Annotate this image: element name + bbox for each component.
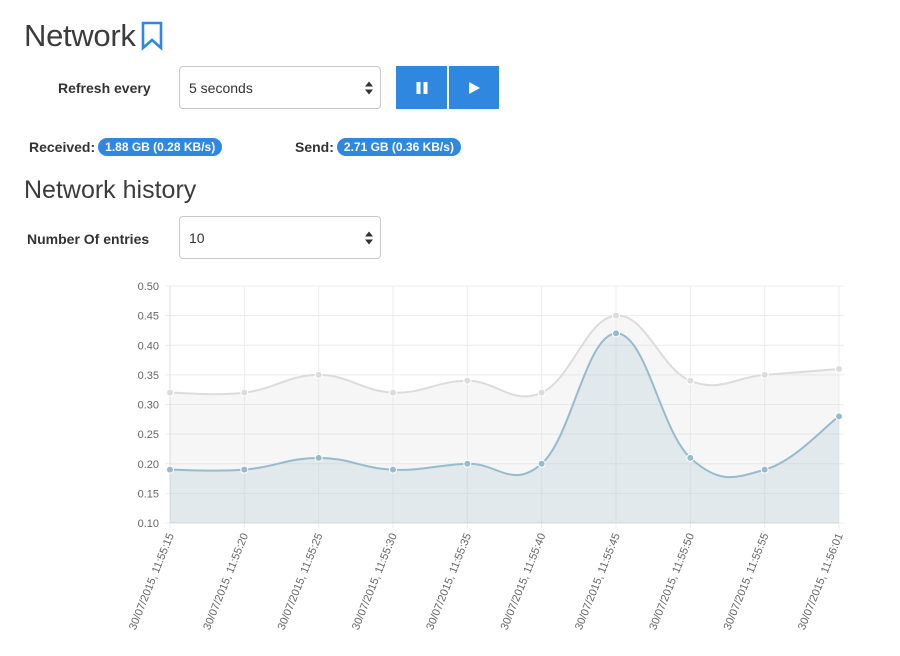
received-badge: 1.88 GB (0.28 KB/s) <box>98 138 223 156</box>
y-tick-label: 0.15 <box>138 488 159 500</box>
send-series-point <box>463 376 472 385</box>
received-series-point <box>835 412 843 421</box>
received-stat: Received: 1.88 GB (0.28 KB/s) <box>29 138 223 156</box>
entries-value: 10 <box>189 229 205 246</box>
send-series-point <box>835 364 843 373</box>
y-tick-label: 0.10 <box>138 518 159 530</box>
received-series-point <box>389 465 397 474</box>
entries-label: Number Of entries <box>27 231 150 247</box>
entries-select[interactable]: 10 <box>179 216 381 259</box>
received-series-point <box>166 465 174 474</box>
network-history-chart: 0.50 0.45 0.40 0.35 0.30 0.25 0.20 0.15 0.10 30/… <box>127 281 846 632</box>
pause-button[interactable] <box>396 66 447 109</box>
refresh-interval-select[interactable]: 5 seconds <box>179 66 381 109</box>
send-series-point <box>612 311 620 320</box>
received-series-point <box>612 329 620 338</box>
refresh-interval-value: 5 seconds <box>189 79 253 96</box>
received-series-point <box>240 465 249 474</box>
send-stat: Send: 2.71 GB (0.36 KB/s) <box>295 138 461 156</box>
received-label: Received: <box>29 139 96 155</box>
send-badge: 2.71 GB (0.36 KB/s) <box>336 138 461 156</box>
x-axis-ticks: 30/07/2015, 11:55:15 30/07/2015, 11:55:20… <box>127 532 846 632</box>
received-series-point <box>760 465 769 474</box>
x-tick-label: 30/07/2015, 11:55:45 <box>573 532 623 632</box>
send-series-point <box>389 388 397 397</box>
y-tick-label: 0.35 <box>138 370 159 382</box>
send-label: Send: <box>295 139 334 155</box>
send-series-point <box>537 388 546 397</box>
x-tick-label: 30/07/2015, 11:55:20 <box>201 532 251 632</box>
send-series-point <box>166 388 174 397</box>
page-title: Network <box>24 18 164 54</box>
y-tick-label: 0.25 <box>138 429 159 441</box>
play-icon <box>469 81 480 94</box>
received-series-point <box>686 453 695 462</box>
x-tick-label: 30/07/2015, 11:55:35 <box>424 532 474 632</box>
play-button[interactable] <box>449 66 499 109</box>
y-tick-label: 0.20 <box>138 459 159 471</box>
y-tick-label: 0.50 <box>138 281 159 293</box>
refresh-label: Refresh every <box>58 80 151 96</box>
send-series-point <box>686 376 695 385</box>
chart-areas <box>170 315 839 523</box>
send-series-point <box>314 370 323 379</box>
y-axis-ticks: 0.50 0.45 0.40 0.35 0.30 0.25 0.20 0.15 0.10 <box>138 281 159 530</box>
x-tick-label: 30/07/2015, 11:55:50 <box>647 532 697 632</box>
x-tick-label: 30/07/2015, 11:55:25 <box>276 532 326 632</box>
received-series-point <box>314 453 323 462</box>
x-tick-label: 30/07/2015, 11:55:40 <box>499 532 549 632</box>
y-tick-label: 0.45 <box>138 311 159 323</box>
page-title-text: Network <box>24 18 136 53</box>
received-series-point <box>537 459 546 468</box>
y-tick-label: 0.30 <box>138 400 159 412</box>
send-series-point <box>240 388 249 397</box>
network-history-title: Network history <box>24 176 197 204</box>
bookmark-icon[interactable] <box>140 21 164 51</box>
pause-icon <box>416 81 427 94</box>
select-arrows-icon <box>365 81 373 94</box>
x-tick-label: 30/07/2015, 11:56:01 <box>796 532 846 632</box>
x-tick-label: 30/07/2015, 11:55:15 <box>127 532 177 632</box>
x-tick-label: 30/07/2015, 11:55:55 <box>722 532 772 632</box>
y-tick-label: 0.40 <box>138 340 159 352</box>
select-arrows-icon <box>365 231 373 244</box>
received-series-point <box>463 459 472 468</box>
x-tick-label: 30/07/2015, 11:55:30 <box>350 532 400 632</box>
send-series-point <box>760 370 769 379</box>
